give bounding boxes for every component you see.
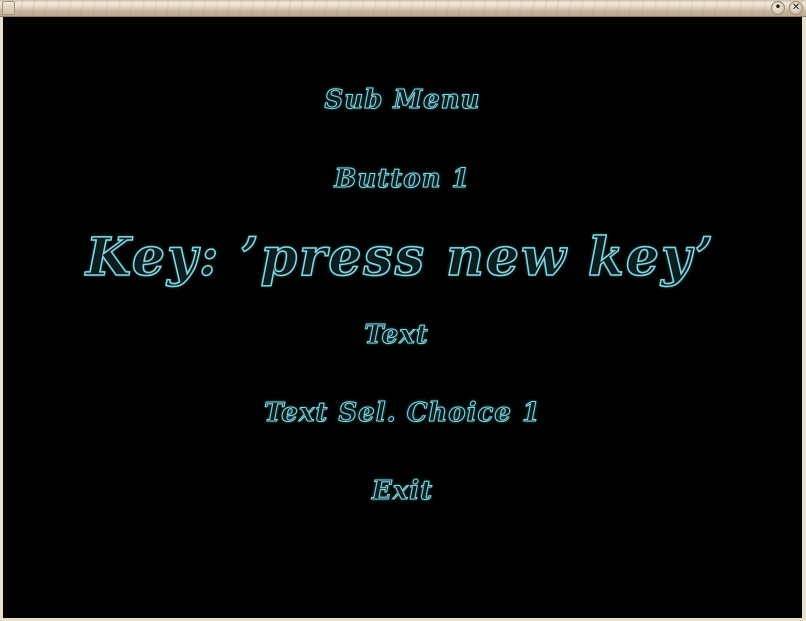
game-canvas: Sub Menu Button 1 Key: ’press new key’ T… — [3, 17, 802, 618]
app-window: • ✕ Sub Menu Button 1 Key: ’press new ke… — [0, 0, 806, 621]
menu-item-key-binding[interactable]: Key: ’press new key’ — [1, 226, 800, 289]
close-icon: ✕ — [791, 2, 801, 13]
menu-item-button-1[interactable]: Button 1 — [3, 164, 802, 195]
menu-item-text[interactable]: Text — [0, 320, 796, 351]
menu-item-sub-menu[interactable]: Sub Menu — [3, 85, 802, 116]
close-button[interactable]: ✕ — [789, 1, 803, 15]
titlebar[interactable]: • ✕ — [0, 0, 806, 17]
menu-item-text-selection[interactable]: Text Sel. Choice 1 — [3, 398, 802, 429]
shade-icon: • — [774, 2, 782, 13]
window-menu-icon[interactable] — [2, 1, 15, 15]
menu-item-exit[interactable]: Exit — [3, 476, 802, 507]
shade-button[interactable]: • — [771, 1, 785, 15]
